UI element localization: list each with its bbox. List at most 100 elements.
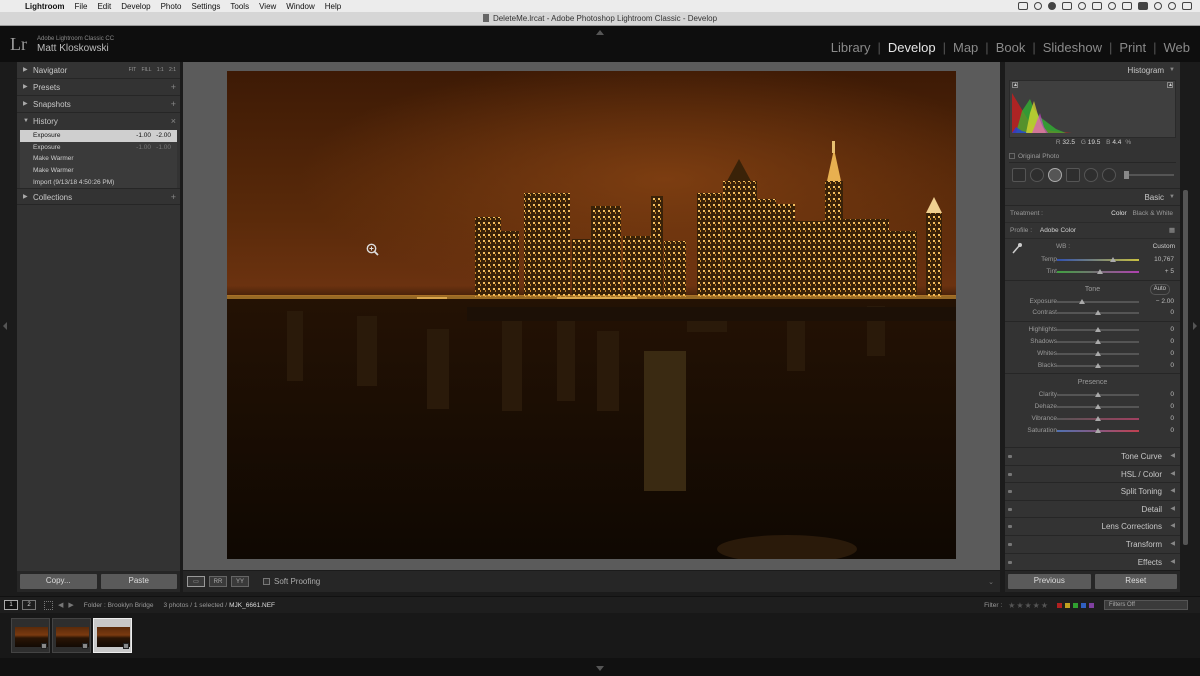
slider-knob[interactable] — [1124, 171, 1129, 179]
toolbar-content-dropdown[interactable]: ⌄ — [988, 578, 994, 586]
filmstrip-source[interactable]: Folder : Brooklyn Bridge — [84, 602, 154, 609]
panel-lens-corrections[interactable]: Lens Corrections ◀ — [1005, 517, 1180, 535]
menu-settings[interactable]: Settings — [187, 2, 226, 11]
green-label-filter[interactable] — [1073, 602, 1078, 608]
module-map[interactable]: Map — [951, 40, 980, 55]
zoom-fill[interactable]: FILL — [141, 67, 151, 73]
back-arrow-icon[interactable]: ◀ — [58, 601, 63, 609]
loupe-view-button[interactable]: ▭ — [187, 576, 205, 587]
soft-proofing-checkbox[interactable] — [263, 578, 270, 585]
copy-button[interactable]: Copy... — [20, 574, 97, 589]
module-slideshow[interactable]: Slideshow — [1041, 40, 1104, 55]
star-filter[interactable]: ★★★★★ — [1008, 601, 1049, 610]
slider-value[interactable]: 10,767 — [1154, 254, 1174, 266]
slider-track[interactable] — [1057, 300, 1139, 303]
slider-value[interactable]: 0 — [1170, 336, 1174, 348]
top-panel-toggle-icon[interactable] — [596, 30, 604, 35]
filmstrip-thumbnail[interactable] — [52, 618, 91, 653]
slider-track[interactable] — [1057, 259, 1139, 261]
menu-photo[interactable]: Photo — [156, 2, 187, 11]
module-book[interactable]: Book — [994, 40, 1028, 55]
menu-file[interactable]: File — [70, 2, 93, 11]
menu-help[interactable]: Help — [320, 2, 346, 11]
slider-knob[interactable] — [1095, 415, 1101, 421]
history-header[interactable]: ▼ History × — [17, 113, 180, 130]
grid-view-icon[interactable] — [44, 600, 53, 610]
slider-knob[interactable] — [1095, 427, 1101, 433]
slider-tint[interactable]: Tint + 5 — [1005, 266, 1180, 278]
collections-header[interactable]: ▶ Collections + — [17, 188, 180, 206]
module-print[interactable]: Print — [1117, 40, 1148, 55]
paste-button[interactable]: Paste — [100, 574, 177, 589]
spot-removal-tool-icon[interactable] — [1030, 168, 1044, 182]
navigator-header[interactable]: ▶ Navigator FIT FILL 1:1 2:1 — [17, 62, 180, 79]
wb-dropdown[interactable]: Custom — [1153, 239, 1175, 255]
slider-knob[interactable] — [1095, 392, 1101, 398]
panel-effects[interactable]: Effects ◀ — [1005, 552, 1180, 571]
app-menu[interactable]: Lightroom — [20, 2, 70, 11]
add-preset-button[interactable]: + — [171, 79, 176, 96]
slider-value[interactable]: 0 — [1170, 401, 1174, 413]
module-develop[interactable]: Develop — [886, 40, 938, 55]
slider-value[interactable]: 0 — [1170, 324, 1174, 336]
slider-knob[interactable] — [1095, 310, 1101, 316]
slider-value[interactable]: 0 — [1170, 389, 1174, 401]
slider-shadows[interactable]: Shadows 0 — [1005, 336, 1180, 348]
slider-dehaze[interactable]: Dehaze 0 — [1005, 401, 1180, 413]
slider-temp[interactable]: Temp 10,767 — [1005, 254, 1180, 266]
red-eye-tool-icon[interactable] — [1048, 168, 1062, 182]
highlight-clipping-icon[interactable]: ▲ — [1167, 81, 1173, 88]
panel-switch-icon[interactable] — [1008, 472, 1012, 476]
slider-value[interactable]: − 2.00 — [1156, 296, 1174, 308]
slider-knob[interactable] — [1078, 298, 1085, 304]
slider-highlights[interactable]: Highlights 0 — [1005, 324, 1180, 336]
original-photo-row[interactable]: Original Photo — [1009, 150, 1176, 163]
slider-blacks[interactable]: Blacks 0 — [1005, 360, 1180, 372]
profile-dropdown[interactable]: Adobe Color — [1040, 227, 1076, 234]
presets-header[interactable]: ▶ Presets + — [17, 79, 180, 96]
yellow-label-filter[interactable] — [1065, 602, 1070, 608]
user-icon[interactable] — [1154, 2, 1162, 10]
filmstrip-toggle-icon[interactable] — [596, 666, 604, 671]
history-step[interactable]: Make Warmer — [20, 153, 177, 165]
panel-switch-icon[interactable] — [1008, 507, 1012, 511]
wifi-icon[interactable] — [1108, 2, 1116, 10]
histogram-header[interactable]: Histogram ▼ — [1005, 62, 1180, 80]
panel-switch-icon[interactable] — [1008, 490, 1012, 494]
profile-browser-icon[interactable]: ▦ — [1169, 223, 1175, 239]
airplay-icon[interactable] — [1122, 2, 1132, 10]
module-library[interactable]: Library — [829, 40, 873, 55]
slider-knob[interactable] — [1095, 404, 1101, 410]
slider-value[interactable]: 0 — [1170, 413, 1174, 425]
zoom-fit[interactable]: FIT — [129, 67, 136, 73]
bluetooth-icon[interactable] — [1092, 2, 1102, 10]
basic-header[interactable]: Basic ▼ — [1005, 189, 1180, 206]
record-icon[interactable] — [1048, 2, 1056, 10]
slider-clarity[interactable]: Clarity 0 — [1005, 389, 1180, 401]
reset-button[interactable]: Reset — [1094, 574, 1177, 589]
slider-knob[interactable] — [1109, 257, 1116, 262]
secondary-window-button[interactable]: 2 — [22, 600, 36, 610]
panel-transform[interactable]: Transform ◀ — [1005, 534, 1180, 553]
previous-button[interactable]: Previous — [1008, 574, 1091, 589]
shadow-clipping-icon[interactable]: ▲ — [1012, 81, 1018, 88]
history-step[interactable]: Exposure -1.00 -1.00 — [20, 142, 177, 154]
menu-window[interactable]: Window — [281, 2, 319, 11]
battery-icon[interactable] — [1138, 2, 1148, 10]
crop-tool-icon[interactable] — [1012, 168, 1026, 182]
slider-value[interactable]: 0 — [1170, 307, 1174, 319]
panel-switch-icon[interactable] — [1008, 542, 1012, 546]
red-label-filter[interactable] — [1057, 602, 1062, 608]
slider-exposure[interactable]: Exposure − 2.00 — [1005, 296, 1180, 308]
before-after-swap-button[interactable]: YY — [231, 576, 249, 587]
menu-view[interactable]: View — [254, 2, 281, 11]
panel-hsl-color[interactable]: HSL / Color ◀ — [1005, 464, 1180, 483]
right-panel-toggle-icon[interactable] — [1193, 322, 1197, 330]
panel-switch-icon[interactable] — [1008, 525, 1012, 529]
slider-knob[interactable] — [1095, 350, 1101, 356]
slider-knob[interactable] — [1095, 338, 1101, 344]
original-photo-checkbox[interactable] — [1009, 152, 1015, 159]
slider-knob[interactable] — [1095, 362, 1101, 368]
notification-center-icon[interactable] — [1182, 2, 1192, 10]
graduated-filter-icon[interactable] — [1066, 168, 1080, 182]
